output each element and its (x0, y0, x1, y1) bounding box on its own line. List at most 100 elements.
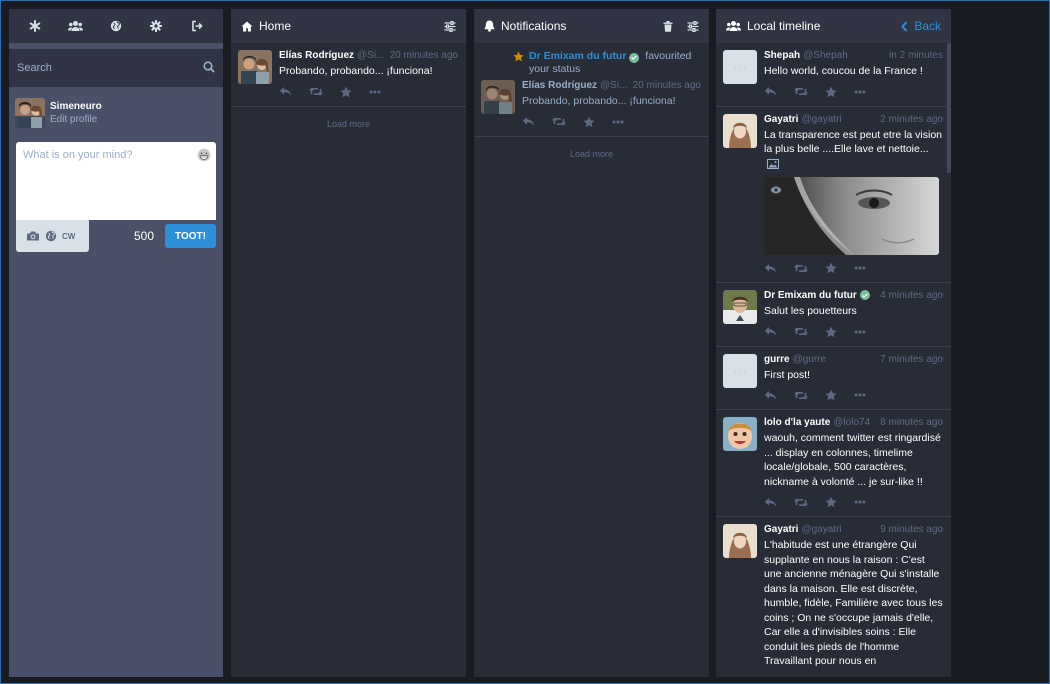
status-item[interactable]: lolo d'la yaute @lolo74 8 minutes ago wa… (716, 410, 951, 517)
status-item[interactable]: Elías Rodríguez @Si... 20 minutes ago Pr… (231, 43, 466, 107)
boost-icon[interactable] (794, 326, 808, 337)
svg-text:· · ·: · · · (734, 64, 745, 72)
status-time[interactable]: 4 minutes ago (876, 290, 943, 302)
globe-icon[interactable] (45, 230, 57, 242)
trash-icon[interactable] (663, 20, 673, 32)
star-icon[interactable] (583, 116, 595, 128)
boost-icon[interactable] (794, 497, 808, 508)
status-time[interactable]: in 2 minutes (885, 50, 943, 62)
avatar[interactable]: · · · (723, 353, 757, 388)
reply-icon[interactable] (279, 86, 292, 97)
load-more-button[interactable]: Load more (474, 137, 709, 171)
local-timeline-header: Local timeline Back (716, 9, 951, 43)
boost-icon[interactable] (794, 263, 808, 274)
status-display-name[interactable]: Elías Rodríguez (279, 50, 354, 62)
status-handle[interactable]: @gurre (793, 354, 827, 366)
reply-icon[interactable] (522, 116, 535, 127)
search-input[interactable] (9, 53, 223, 83)
status-display-name[interactable]: Gayatri (764, 114, 798, 126)
avatar[interactable] (15, 98, 45, 128)
local-timeline-column: Local timeline Back · · · Shepah @Shepah… (716, 9, 951, 677)
status-handle[interactable]: @Si... (600, 80, 627, 92)
status-display-name[interactable]: Gayatri (764, 524, 798, 536)
status-time[interactable]: 8 minutes ago (876, 417, 943, 429)
status-item[interactable]: Dr Emixam du futur 4 minutes ago Salut l… (716, 283, 951, 347)
globe-icon[interactable] (101, 11, 131, 41)
reply-icon[interactable] (764, 86, 777, 97)
emoji-icon[interactable] (197, 148, 211, 162)
users-icon[interactable] (61, 11, 91, 41)
status-item[interactable]: · · · gurre @gurre 7 minutes ago First p… (716, 347, 951, 410)
avatar[interactable] (723, 290, 757, 324)
boost-icon[interactable] (309, 86, 323, 97)
boost-icon[interactable] (794, 86, 808, 97)
status-time[interactable]: 9 minutes ago (876, 524, 943, 536)
sliders-icon[interactable] (444, 20, 456, 32)
ellipsis-icon[interactable] (612, 120, 624, 124)
compose-textarea[interactable] (16, 142, 216, 220)
avatar[interactable] (723, 113, 757, 148)
eye-icon[interactable] (770, 181, 782, 199)
star-icon[interactable] (825, 496, 837, 508)
status-display-name[interactable]: Elías Rodríguez (522, 80, 597, 92)
status-display-name[interactable]: lolo d'la yaute (764, 417, 830, 429)
status-display-name[interactable]: Shepah (764, 50, 800, 62)
reply-icon[interactable] (764, 263, 777, 274)
avatar[interactable]: · · · (723, 50, 757, 84)
load-more-button[interactable]: Load more (231, 107, 466, 141)
star-icon[interactable] (825, 326, 837, 338)
status-actions (279, 86, 458, 98)
star-icon[interactable] (825, 389, 837, 401)
reply-icon[interactable] (764, 497, 777, 508)
avatar[interactable] (723, 417, 757, 451)
star-icon[interactable] (825, 262, 837, 274)
star-icon[interactable] (340, 86, 352, 98)
status-item[interactable]: Gayatri @gayatri 2 minutes ago La transp… (716, 107, 951, 283)
notification-item[interactable]: Dr Emixam du futur favourited your statu… (474, 43, 709, 137)
ellipsis-icon[interactable] (854, 90, 866, 94)
status-time[interactable]: 7 minutes ago (876, 354, 943, 366)
ellipsis-icon[interactable] (854, 266, 866, 270)
status-body: Elías Rodríguez @Si... 20 minutes ago Pr… (279, 50, 458, 98)
status-time[interactable]: 20 minutes ago (629, 80, 701, 92)
status-handle[interactable]: @Si... (357, 50, 384, 62)
avatar[interactable] (723, 524, 757, 558)
media-attachment[interactable] (764, 177, 939, 255)
status-display-name[interactable]: gurre (764, 354, 790, 366)
status-item[interactable]: · · · Shepah @Shepah in 2 minutes Hello … (716, 43, 951, 107)
boost-icon[interactable] (552, 116, 566, 127)
boost-icon[interactable] (794, 390, 808, 401)
camera-icon[interactable] (26, 230, 40, 242)
reply-icon[interactable] (764, 326, 777, 337)
ellipsis-icon[interactable] (854, 330, 866, 334)
status-handle[interactable]: @lolo74 (833, 417, 870, 429)
ellipsis-icon[interactable] (369, 90, 381, 94)
avatar[interactable] (238, 50, 272, 84)
content-warning-button[interactable]: CW (62, 232, 75, 241)
edit-profile-link[interactable]: Edit profile (50, 113, 102, 126)
ellipsis-icon[interactable] (854, 500, 866, 504)
avatar[interactable] (481, 80, 515, 114)
status-actions (764, 389, 943, 401)
gear-icon[interactable] (141, 11, 171, 41)
reply-icon[interactable] (764, 390, 777, 401)
status-display-name[interactable]: Dr Emixam du futur (764, 290, 857, 302)
star-icon[interactable] (825, 86, 837, 98)
status-handle[interactable]: @gayatri (801, 524, 841, 536)
back-label: Back (914, 19, 941, 33)
status-time[interactable]: 20 minutes ago (386, 50, 458, 62)
toot-button[interactable]: TOOT! (165, 224, 216, 248)
search-icon[interactable] (203, 60, 215, 78)
sign-out-icon[interactable] (182, 11, 212, 41)
status-item[interactable]: Gayatri @gayatri 9 minutes ago L'habitud… (716, 517, 951, 677)
status-time[interactable]: 2 minutes ago (876, 114, 943, 126)
asterisk-icon[interactable] (20, 11, 50, 41)
drawer-tabs (9, 9, 223, 43)
status-handle[interactable]: @Shepah (803, 50, 848, 62)
sliders-icon[interactable] (687, 20, 699, 32)
status-handle[interactable]: @gayatri (801, 114, 841, 126)
back-button[interactable]: Back (901, 19, 941, 33)
ellipsis-icon[interactable] (854, 393, 866, 397)
notification-actor[interactable]: Dr Emixam du futur (529, 50, 626, 62)
svg-text:· · ·: · · · (734, 368, 745, 376)
